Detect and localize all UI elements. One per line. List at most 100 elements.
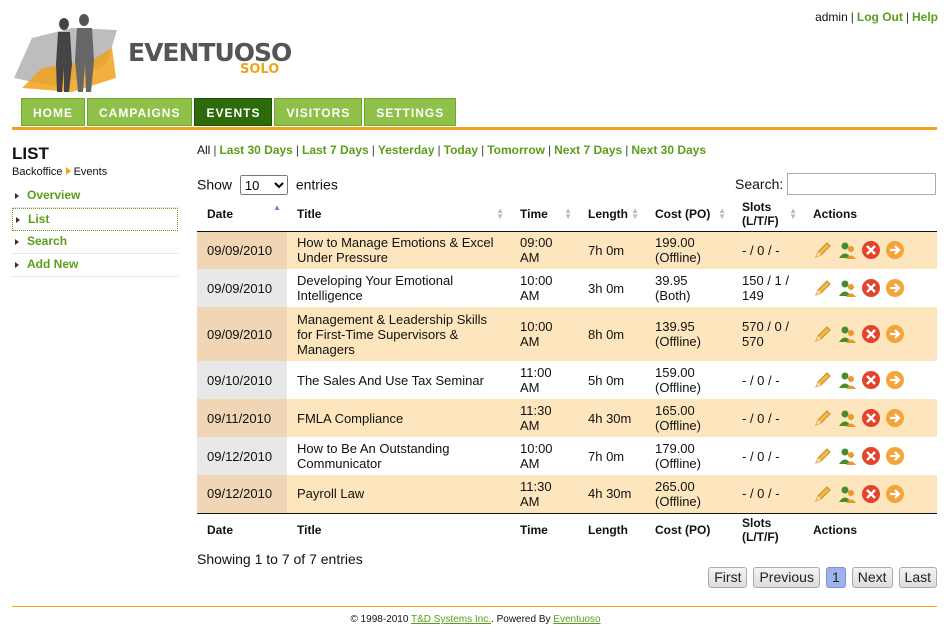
tab-home[interactable]: HOME bbox=[21, 98, 85, 126]
go-arrow-icon[interactable] bbox=[885, 370, 905, 390]
attendees-icon[interactable] bbox=[837, 370, 857, 390]
delete-icon[interactable] bbox=[861, 484, 881, 504]
cell-time: 10:00 AM bbox=[510, 269, 578, 307]
col-title[interactable]: Title ▲ ▼ bbox=[287, 197, 510, 231]
col-cost[interactable]: Cost (PO) ▲ ▼ bbox=[645, 197, 732, 231]
cell-actions bbox=[803, 231, 937, 269]
col-time[interactable]: Time ▲ ▼ bbox=[510, 197, 578, 231]
foot-date: Date bbox=[207, 523, 234, 538]
edit-pencil-icon[interactable] bbox=[813, 240, 833, 260]
table-row: 09/12/2010 Payroll Law 11:30 AM 4h 30m 265.0… bbox=[197, 475, 937, 513]
sort-icon: ▲ ▼ bbox=[718, 206, 726, 221]
filter-next-30-days[interactable]: Next 30 Days bbox=[631, 143, 706, 157]
filter-all[interactable]: All bbox=[197, 143, 210, 157]
page-1-button[interactable]: 1 bbox=[825, 567, 846, 588]
col-label: Length bbox=[588, 206, 628, 221]
breadcrumb-events[interactable]: Events bbox=[74, 166, 108, 178]
edit-pencil-icon[interactable] bbox=[813, 370, 833, 390]
cell-date: 09/11/2010 bbox=[197, 399, 287, 437]
attendees-icon[interactable] bbox=[837, 484, 857, 504]
top-links: admin | Log Out | Help bbox=[815, 10, 938, 24]
go-arrow-icon[interactable] bbox=[885, 408, 905, 428]
go-arrow-icon[interactable] bbox=[885, 484, 905, 504]
bullet-arrow-icon bbox=[15, 262, 19, 268]
sidebar-item-search[interactable]: Search bbox=[12, 231, 178, 254]
cell-time: 09:00 AM bbox=[510, 231, 578, 269]
filter-last-7-days[interactable]: Last 7 Days bbox=[302, 143, 369, 157]
filter-yesterday[interactable]: Yesterday bbox=[378, 143, 435, 157]
cell-date: 09/12/2010 bbox=[197, 475, 287, 513]
cell-slots: - / 0 / - bbox=[732, 399, 803, 437]
footer-product-link[interactable]: Eventuoso bbox=[553, 614, 600, 625]
cell-time: 11:00 AM bbox=[510, 361, 578, 399]
tab-events[interactable]: EVENTS bbox=[194, 98, 273, 126]
attendees-icon[interactable] bbox=[837, 240, 857, 260]
edit-pencil-icon[interactable] bbox=[813, 446, 833, 466]
edit-pencil-icon[interactable] bbox=[813, 324, 833, 344]
cell-cost: 199.00 (Offline) bbox=[645, 231, 732, 269]
cell-title: Management & Leadership Skills for First… bbox=[287, 307, 510, 361]
sort-icon: ▲ ▼ bbox=[496, 206, 504, 221]
breadcrumb-backoffice[interactable]: Backoffice bbox=[12, 166, 63, 178]
edit-pencil-icon[interactable] bbox=[813, 278, 833, 298]
go-arrow-icon[interactable] bbox=[885, 278, 905, 298]
previous-page-button[interactable]: Previous bbox=[753, 567, 820, 588]
go-arrow-icon[interactable] bbox=[885, 324, 905, 344]
sidebar-item-overview[interactable]: Overview bbox=[12, 185, 178, 208]
sidebar-item-add-new[interactable]: Add New bbox=[12, 254, 178, 277]
length-prefix: Show bbox=[197, 176, 233, 193]
logout-link[interactable]: Log Out bbox=[857, 10, 903, 24]
cell-length: 7h 0m bbox=[578, 437, 645, 475]
go-arrow-icon[interactable] bbox=[885, 446, 905, 466]
col-label: Title bbox=[297, 206, 322, 221]
attendees-icon[interactable] bbox=[837, 324, 857, 344]
col-length[interactable]: Length ▲ ▼ bbox=[578, 197, 645, 231]
delete-icon[interactable] bbox=[861, 240, 881, 260]
cell-cost: 265.00 (Offline) bbox=[645, 475, 732, 513]
filter-today[interactable]: Today bbox=[444, 143, 478, 157]
page-title: LIST bbox=[12, 144, 49, 163]
attendees-icon[interactable] bbox=[837, 446, 857, 466]
tab-visitors[interactable]: VISITORS bbox=[274, 98, 363, 126]
filter-next-7-days[interactable]: Next 7 Days bbox=[554, 143, 622, 157]
sidebar-item-label: Add New bbox=[27, 257, 79, 271]
filter-tomorrow[interactable]: Tomorrow bbox=[487, 143, 545, 157]
tab-campaigns[interactable]: CAMPAIGNS bbox=[87, 98, 193, 126]
attendees-icon[interactable] bbox=[837, 278, 857, 298]
col-slots[interactable]: Slots (L/T/F) ▲ ▼ bbox=[732, 197, 803, 231]
foot-slots: Slots (L/T/F) bbox=[732, 513, 803, 547]
length-suffix: entries bbox=[295, 176, 338, 193]
go-arrow-icon[interactable] bbox=[885, 240, 905, 260]
help-link[interactable]: Help bbox=[912, 10, 938, 24]
delete-icon[interactable] bbox=[861, 446, 881, 466]
col-date[interactable]: Date ▲ bbox=[197, 197, 287, 231]
sidebar: LIST Backoffice Events Overview List Sear… bbox=[12, 144, 178, 277]
first-page-button[interactable]: First bbox=[708, 567, 748, 588]
delete-icon[interactable] bbox=[861, 408, 881, 428]
delete-icon[interactable] bbox=[861, 370, 881, 390]
delete-icon[interactable] bbox=[861, 278, 881, 298]
footer-divider bbox=[12, 606, 937, 607]
filter-last-30-days[interactable]: Last 30 Days bbox=[219, 143, 292, 157]
entries-select[interactable]: 10 bbox=[239, 175, 288, 195]
table-row: 09/10/2010 The Sales And Use Tax Seminar 1… bbox=[197, 361, 937, 399]
footer-company-link[interactable]: T&D Systems Inc. bbox=[411, 614, 491, 625]
sort-icon: ▲ ▼ bbox=[789, 206, 797, 221]
breadcrumb-arrow-icon bbox=[65, 167, 71, 175]
next-page-button[interactable]: Next bbox=[851, 567, 893, 588]
delete-icon[interactable] bbox=[861, 324, 881, 344]
search-input[interactable] bbox=[787, 173, 937, 195]
attendees-icon[interactable] bbox=[837, 408, 857, 428]
breadcrumb: Backoffice Events bbox=[12, 166, 178, 178]
cell-actions bbox=[803, 475, 937, 513]
last-page-button[interactable]: Last bbox=[898, 567, 937, 588]
col-label: Slots (L/T/F) bbox=[742, 199, 779, 228]
edit-pencil-icon[interactable] bbox=[813, 408, 833, 428]
cell-cost: 165.00 (Offline) bbox=[645, 399, 732, 437]
tab-settings[interactable]: SETTINGS bbox=[364, 98, 457, 126]
edit-pencil-icon[interactable] bbox=[813, 484, 833, 504]
cell-date: 09/10/2010 bbox=[197, 361, 287, 399]
sidebar-item-list[interactable]: List bbox=[12, 208, 178, 231]
date-filters: All | Last 30 Days | Last 7 Days | Yesterday | T… bbox=[197, 143, 707, 157]
foot-actions: Actions bbox=[813, 523, 858, 538]
